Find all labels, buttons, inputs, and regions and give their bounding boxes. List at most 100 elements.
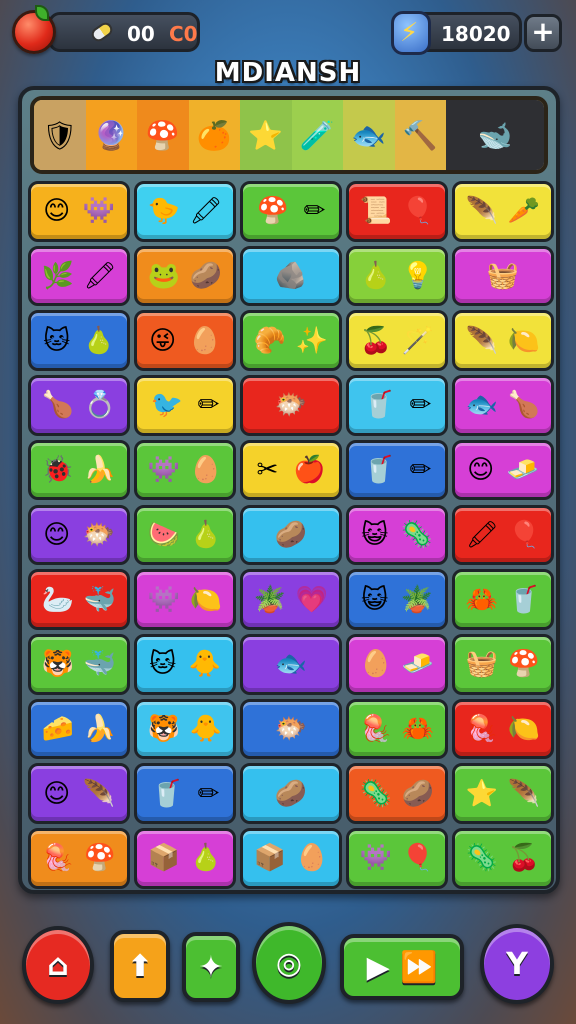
game-tile[interactable]: 🍐 💡 — [346, 245, 448, 307]
apple-icon[interactable] — [12, 5, 56, 54]
game-tile[interactable]: 🐸 🥔 — [134, 245, 236, 307]
game-tile[interactable]: ✂ 🍎 — [240, 439, 342, 501]
tile-piece-icon: 🥤 — [507, 584, 541, 615]
game-tile[interactable]: 🪶 🍋 — [452, 310, 554, 372]
item-slot[interactable]: 🍊 — [188, 100, 241, 170]
tile-piece-icon: 📦 — [253, 843, 287, 874]
add-energy-button[interactable]: + — [524, 14, 562, 52]
game-tile[interactable]: 🐡 — [240, 375, 342, 436]
character-button[interactable]: ✦ — [182, 932, 240, 1002]
tile-piece-icon: 💡 — [401, 261, 435, 292]
game-tile[interactable]: 🪴 💗 — [240, 569, 342, 630]
game-tile[interactable]: 😊 🪶 — [28, 763, 130, 824]
game-tile[interactable]: 🥔 — [240, 504, 342, 566]
tile-piece-icon: 🥔 — [274, 778, 308, 809]
game-tile[interactable]: 🐟 — [240, 633, 342, 695]
game-tile[interactable]: 🦠 🍒 — [452, 828, 554, 889]
tile-piece-icon: ✏ — [197, 390, 220, 421]
tree-icon: ⬆ — [127, 948, 153, 984]
crystal-item-icon: 🔮 — [93, 118, 129, 152]
game-tile[interactable]: 😊 👾 — [28, 181, 130, 242]
game-tile[interactable]: 😺 🦠 — [346, 504, 448, 566]
game-tile[interactable]: ⭐ 🪶 — [452, 763, 554, 824]
game-tile[interactable]: 🦢 🐳 — [28, 569, 130, 630]
profile-icon: Y — [506, 946, 528, 982]
item-slot[interactable]: 🔨 — [394, 100, 447, 170]
game-tile[interactable]: 🦀 🥤 — [452, 569, 554, 630]
game-tile[interactable]: 😊 🧈 — [452, 439, 554, 501]
game-tile[interactable]: 😊 🐡 — [28, 504, 130, 566]
tile-piece-icon: 🐞 — [41, 455, 75, 486]
game-tile[interactable]: 🐯 🐳 — [28, 633, 130, 695]
game-tile[interactable]: 😺 🪴 — [346, 569, 448, 630]
game-tile[interactable]: 🥤 ✏ — [134, 763, 236, 824]
game-tile[interactable]: 🐱 🐥 — [134, 633, 236, 695]
tile-piece-icon: 🍒 — [359, 325, 393, 356]
game-tile[interactable]: 🪶 🥕 — [452, 181, 554, 242]
game-tile[interactable]: 🧀 🍌 — [28, 698, 130, 760]
game-tile[interactable]: 🐞 🍌 — [28, 439, 130, 501]
resource-counter[interactable]: 00 C0 — [48, 12, 200, 52]
tile-piece-icon: 🍋 — [507, 713, 541, 744]
tile-piece-icon: 🐤 — [147, 196, 181, 227]
game-tile[interactable]: 🧺 🍄 — [452, 633, 554, 695]
play-button[interactable]: ▶ ⏩ — [340, 934, 464, 1000]
tile-piece-icon: 🐥 — [189, 713, 223, 744]
game-tile[interactable]: 🪨 — [240, 245, 342, 307]
game-tile[interactable]: 🧺 — [452, 245, 554, 307]
game-tile[interactable]: 🐯 🐥 — [134, 698, 236, 760]
game-tile[interactable]: 🦠 🥔 — [346, 763, 448, 824]
game-tile[interactable]: 🪼 🍋 — [452, 698, 554, 760]
tile-piece-icon: ✏ — [409, 455, 432, 486]
tree-button[interactable]: ⬆ — [110, 930, 170, 1002]
game-tile[interactable]: 🥚 🧈 — [346, 633, 448, 695]
tile-piece-icon: 🐳 — [83, 649, 117, 680]
item-slot[interactable]: 🔮 — [85, 100, 138, 170]
game-tile[interactable]: 😜 🥚 — [134, 310, 236, 372]
tile-piece-icon: 🪴 — [253, 584, 287, 615]
tile-piece-icon: 🐱 — [149, 649, 177, 680]
game-tile[interactable]: 🐦 ✏ — [134, 375, 236, 436]
game-tile[interactable]: 📜 🎈 — [346, 181, 448, 242]
game-tile[interactable]: 🍄 ✏ — [240, 181, 342, 242]
game-tile[interactable]: 🐱 🍐 — [28, 310, 130, 372]
tile-piece-icon: 🥚 — [188, 325, 221, 356]
tile-piece-icon: 🥐 — [253, 325, 287, 356]
game-tile[interactable]: 👾 🍋 — [134, 569, 236, 630]
game-tile[interactable]: 🪼 🍄 — [28, 828, 130, 889]
game-tile[interactable]: 🍒 🪄 — [346, 310, 448, 372]
game-tile[interactable]: 🌿 🖍 — [28, 245, 130, 307]
game-tile[interactable]: 🍉 🍐 — [134, 504, 236, 566]
tile-piece-icon: 🍄 — [507, 649, 541, 680]
item-slot[interactable]: 🧪 — [291, 100, 344, 170]
game-tile[interactable]: 🐡 — [240, 698, 342, 760]
play-icon: ▶ ⏩ — [366, 949, 438, 985]
game-tile[interactable]: 🥤 ✏ — [346, 375, 448, 436]
energy-counter[interactable]: ⚡ 18020 — [391, 11, 522, 55]
target-button[interactable]: ◎ — [252, 922, 326, 1004]
game-tile[interactable]: 🐟 🍗 — [452, 375, 554, 436]
game-tile[interactable]: 🖍 🎈 — [452, 504, 554, 566]
game-tile[interactable]: 📦 🥚 — [240, 828, 342, 889]
tile-piece-icon: ✏ — [197, 778, 220, 809]
tile-piece-icon: 🦀 — [465, 584, 499, 615]
game-tile[interactable]: 🐤 🖍 — [134, 181, 236, 242]
item-slot[interactable]: 🐋 — [446, 100, 544, 170]
home-button[interactable]: ⌂ — [22, 926, 94, 1004]
game-tile[interactable]: 🥤 ✏ — [346, 439, 448, 501]
game-tile[interactable]: 🪼 🦀 — [346, 698, 448, 760]
game-tile[interactable]: 👾 🎈 — [346, 828, 448, 889]
item-slot[interactable]: ⭐ — [240, 100, 292, 170]
game-tile[interactable]: 🥐 ✨ — [240, 310, 342, 372]
game-tile[interactable]: 🥔 — [240, 763, 342, 824]
tile-piece-icon: 🪶 — [82, 778, 115, 809]
item-slot[interactable]: 🍄 — [137, 100, 189, 170]
game-tile[interactable]: 📦 🍐 — [134, 828, 236, 889]
profile-button[interactable]: Y — [480, 924, 554, 1004]
tile-piece-icon: 🐟 — [465, 390, 499, 421]
item-slot[interactable]: 🐟 — [343, 100, 395, 170]
tile-piece-icon: 🪼 — [465, 713, 499, 744]
game-tile[interactable]: 🍗 💍 — [28, 375, 130, 436]
game-tile[interactable]: 👾 🥚 — [134, 439, 236, 501]
item-slot[interactable]: 🛡 — [34, 100, 86, 170]
